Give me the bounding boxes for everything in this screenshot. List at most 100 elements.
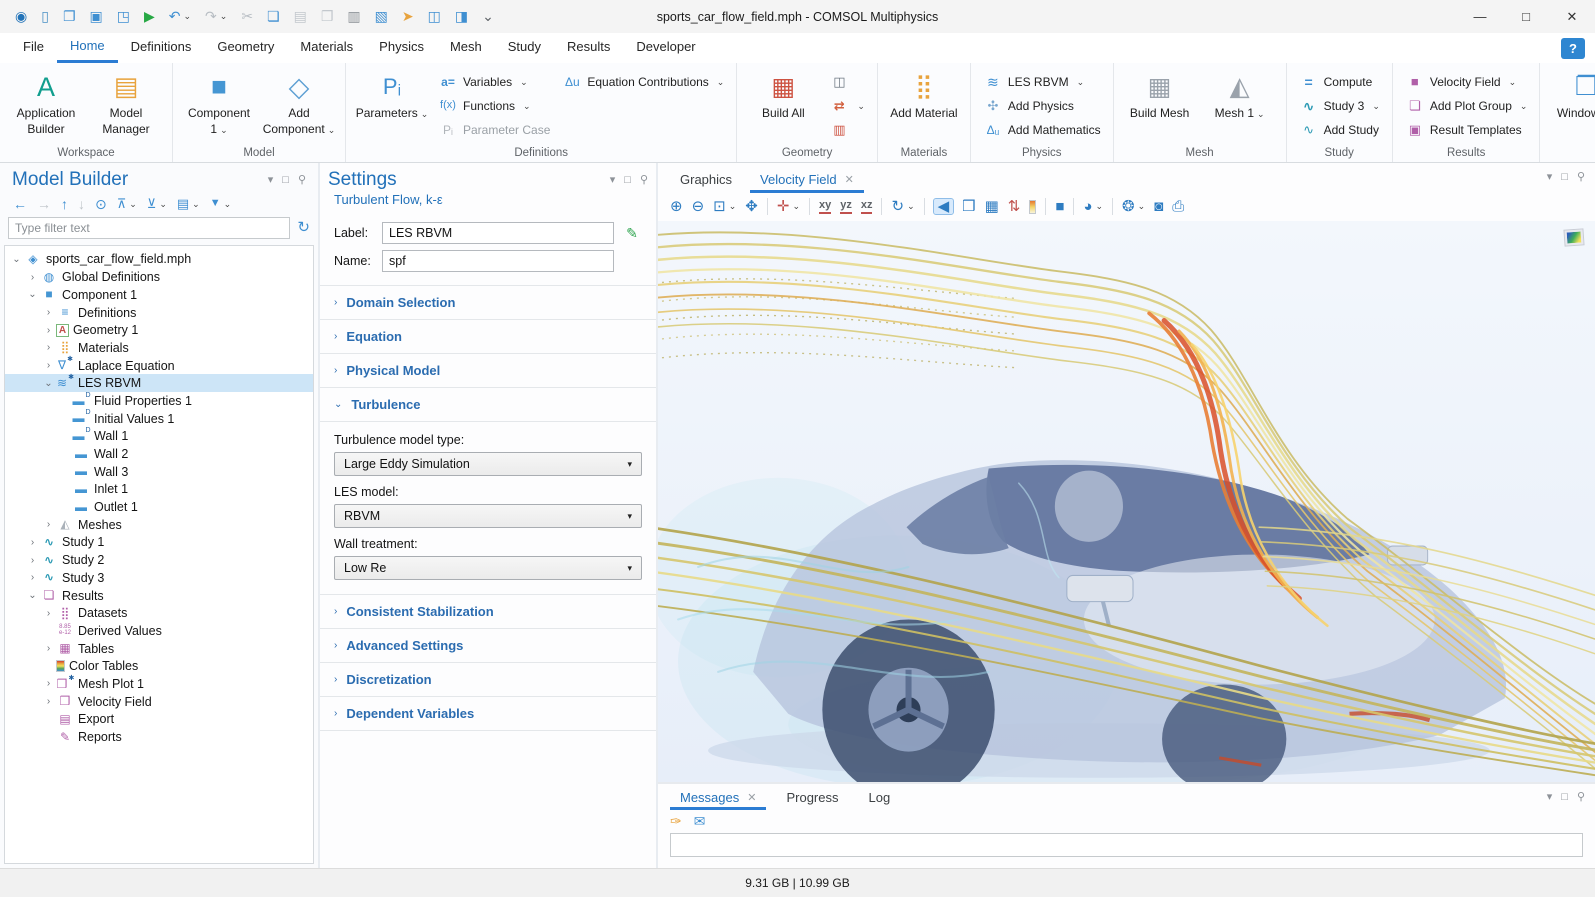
model-manager-button[interactable]: ▤Model Manager	[88, 66, 164, 137]
tree-item-velocity-field[interactable]: ›❒Velocity Field	[5, 693, 313, 711]
expander-icon[interactable]: ›	[41, 325, 56, 336]
expander-icon[interactable]: ›	[41, 608, 56, 619]
expand-all-button[interactable]: ⊻⌄	[144, 198, 170, 210]
view-yz-button[interactable]: yz	[840, 199, 852, 213]
tree-item-meshes[interactable]: ›◭Meshes	[5, 516, 313, 534]
expander-icon[interactable]: ⌄	[41, 378, 56, 389]
close-tab-icon[interactable]: ✕	[845, 173, 854, 186]
tab-study[interactable]: Study	[495, 33, 554, 63]
panel-menu-button[interactable]: ▾	[1547, 791, 1553, 803]
add-physics-button[interactable]: ✣Add Physics	[979, 96, 1105, 116]
move-up-button[interactable]: ↑	[58, 198, 71, 211]
tab-geometry[interactable]: Geometry	[204, 33, 287, 63]
tree-item-study-3[interactable]: ›∿Study 3	[5, 569, 313, 587]
parameters-button[interactable]: PᵢParameters⌄	[354, 66, 430, 122]
clear-messages-button[interactable]: ✑	[670, 814, 682, 829]
tree-item-study-2[interactable]: ›∿Study 2	[5, 551, 313, 569]
section-domain-selection[interactable]: ›Domain Selection	[320, 286, 656, 320]
tree-item-derived-values[interactable]: 8.85 e-12Derived Values	[5, 622, 313, 640]
filter-input[interactable]	[8, 217, 290, 239]
zoom-in-button[interactable]: ⊕	[670, 200, 683, 214]
zoom-out-button[interactable]: ⊖	[692, 200, 705, 214]
tree-item-component-1[interactable]: ⌄■Component 1	[5, 286, 313, 304]
tree-item-wall-3[interactable]: ▬Wall 3	[5, 463, 313, 481]
tab-developer[interactable]: Developer	[623, 33, 708, 63]
tree-item-initial-values-1[interactable]: ▬DInitial Values 1	[5, 410, 313, 428]
expander-icon[interactable]: ›	[25, 555, 40, 566]
close-button[interactable]: ✕	[1549, 0, 1595, 33]
save-button[interactable]: ▣	[83, 0, 110, 33]
rename-button[interactable]: ✎	[622, 223, 642, 243]
node-group-button[interactable]: ▤⌄	[174, 198, 203, 210]
zoom-extents-button[interactable]: ✥	[745, 200, 758, 214]
save-as-button[interactable]: ◳	[110, 0, 137, 33]
build-mesh-button[interactable]: ▦Build Mesh	[1122, 66, 1198, 122]
tree-item-geometry-1[interactable]: ›AGeometry 1	[5, 321, 313, 339]
section-physical-model[interactable]: ›Physical Model	[320, 354, 656, 388]
expander-icon[interactable]: ›	[25, 572, 40, 583]
tree-item-color-tables[interactable]: Color Tables	[5, 657, 313, 675]
tab-home[interactable]: Home	[57, 33, 118, 63]
print-button[interactable]: ⎙	[1172, 200, 1184, 214]
tree-item-global-definitions[interactable]: ›◍Global Definitions	[5, 268, 313, 286]
help-button[interactable]: ?	[1561, 38, 1585, 59]
redo-button[interactable]: ↷⌄	[198, 0, 234, 33]
section-advanced-settings[interactable]: ›Advanced Settings	[320, 629, 656, 663]
tree-item-datasets[interactable]: ›⣿Datasets	[5, 604, 313, 622]
section-consistent-stabilization[interactable]: ›Consistent Stabilization	[320, 595, 656, 629]
plot-refresh-button[interactable]: ❂⌄	[1122, 200, 1145, 214]
tab-mesh[interactable]: Mesh	[437, 33, 495, 63]
functions-button[interactable]: f(x)Functions⌄	[434, 96, 554, 116]
tree-item-laplace-equation[interactable]: ›∇✱Laplace Equation	[5, 357, 313, 375]
tree-item-sports-car-flow-field-mph[interactable]: ⌄◈sports_car_flow_field.mph	[5, 251, 313, 269]
duplicate-button[interactable]: ❒	[314, 0, 341, 33]
velocity-field-button[interactable]: ■Velocity Field⌄	[1401, 72, 1532, 92]
study-3-button[interactable]: ∿Study 3⌄	[1295, 96, 1384, 116]
show-toggle-button[interactable]: ⊙	[92, 198, 110, 211]
tab-results[interactable]: Results	[554, 33, 623, 63]
geometry-update-button[interactable]: ⇄⌄	[825, 96, 869, 116]
tab-log[interactable]: Log	[859, 784, 901, 810]
expander-icon[interactable]: ›	[41, 696, 56, 707]
minimize-button[interactable]: —	[1457, 0, 1503, 33]
tree-item-reports[interactable]: ✎Reports	[5, 728, 313, 746]
view-xy-button[interactable]: xy	[819, 199, 831, 213]
filter-refresh-button[interactable]: ↻	[297, 219, 310, 237]
nav-back-button[interactable]: ←	[10, 198, 30, 211]
rotate-view-button[interactable]: ↻⌄	[891, 200, 914, 214]
find-button[interactable]: ◨	[448, 0, 475, 33]
expander-icon[interactable]: ›	[25, 272, 40, 283]
panel-float-button[interactable]: □	[624, 174, 631, 186]
tab-graphics[interactable]: Graphics	[670, 165, 742, 193]
tree-item-wall-2[interactable]: ▬Wall 2	[5, 445, 313, 463]
equation-contributions-button[interactable]: ΔuEquation Contributions⌄	[558, 72, 728, 92]
panel-float-button[interactable]: □	[1561, 791, 1568, 803]
expander-icon[interactable]: ›	[41, 519, 56, 530]
tab-velocity-field[interactable]: Velocity Field✕	[750, 165, 864, 193]
panel-pin-button[interactable]: ⚲	[640, 174, 648, 186]
result-templates-button[interactable]: ▣Result Templates	[1401, 120, 1532, 140]
panel-menu-button[interactable]: ▾	[610, 174, 616, 186]
show-grid-button[interactable]: ▦	[985, 200, 999, 214]
tab-progress[interactable]: Progress	[776, 784, 848, 810]
paste-button[interactable]: ▤	[287, 0, 314, 33]
undo-button[interactable]: ↶⌄	[162, 0, 198, 33]
section-discretization[interactable]: ›Discretization	[320, 663, 656, 697]
click-select-button[interactable]: ➤	[395, 0, 421, 33]
tree-item-export[interactable]: ▤Export	[5, 710, 313, 728]
graphics-viewport[interactable]	[658, 221, 1595, 782]
open-file-button[interactable]: ❐	[56, 0, 83, 33]
tree-item-fluid-properties-1[interactable]: ▬DFluid Properties 1	[5, 392, 313, 410]
expander-icon[interactable]: ›	[25, 537, 40, 548]
panel-menu-button[interactable]: ▾	[1547, 171, 1553, 183]
add-material-button[interactable]: ⣿Add Material	[886, 66, 962, 122]
expander-icon[interactable]: ›	[41, 643, 56, 654]
qat-chevron-button[interactable]: ⌄	[475, 0, 501, 33]
copy-button[interactable]: ❏	[260, 0, 287, 33]
component-1-button[interactable]: ■Component 1⌄	[181, 66, 257, 137]
move-down-button[interactable]: ↓	[75, 198, 88, 211]
panel-pin-button[interactable]: ⚲	[1577, 791, 1585, 803]
expander-icon[interactable]: ›	[41, 342, 56, 353]
add-mathematics-button[interactable]: ΔᵤAdd Mathematics	[979, 120, 1105, 140]
expander-icon[interactable]: ›	[41, 307, 56, 318]
